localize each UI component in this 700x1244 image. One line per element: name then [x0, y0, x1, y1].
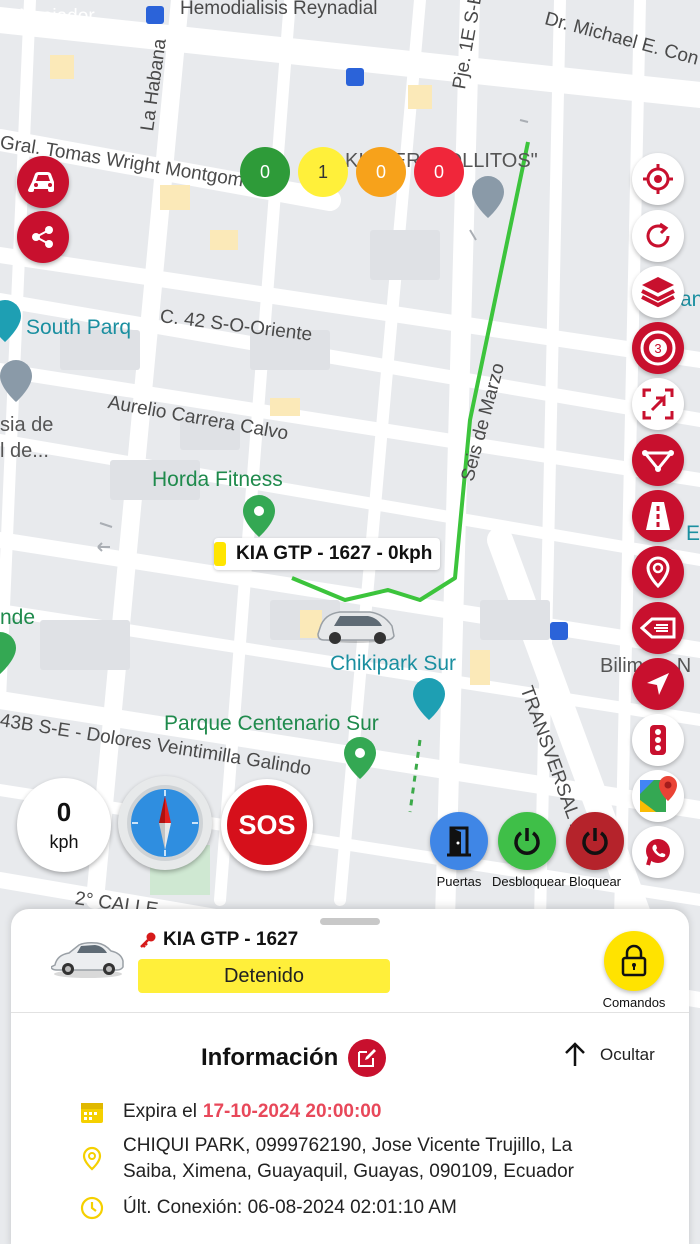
route-triangle-icon	[641, 450, 675, 472]
share-button[interactable]	[17, 211, 69, 263]
moving-count-badge[interactable]: 0	[240, 147, 290, 197]
my-location-button[interactable]	[632, 153, 684, 205]
poi-label: Chikipark Sur	[330, 652, 457, 675]
edit-button[interactable]	[348, 1039, 387, 1077]
whatsapp-button[interactable]	[632, 826, 684, 878]
poi-label: South Parq	[26, 316, 132, 339]
map-layers-button[interactable]	[632, 266, 684, 318]
places-button[interactable]	[632, 546, 684, 598]
refresh-button[interactable]	[632, 210, 684, 262]
poi-label: sia de	[0, 414, 54, 436]
route-points-button[interactable]	[632, 434, 684, 486]
lock-button[interactable]: Bloquear	[560, 812, 630, 889]
google-maps-button[interactable]	[632, 770, 684, 822]
speed-unit: kph	[49, 832, 79, 852]
count-value: 0	[433, 161, 444, 182]
clock-icon	[80, 1196, 104, 1220]
status-color-bar	[214, 542, 226, 566]
address-row: CHIQUI PARK, 0999762190, Jose Vicente Tr…	[79, 1133, 613, 1185]
status-counters: 0 1 0 0	[240, 147, 464, 197]
idle-count-badge[interactable]: 0	[356, 147, 406, 197]
location-pin-icon	[82, 1146, 102, 1171]
poi-label: Parque Centenario Sur	[164, 712, 379, 735]
street-label: Yaoiador	[20, 6, 95, 27]
divider	[11, 1012, 689, 1013]
hide-toggle[interactable]: Ocultar	[564, 1042, 655, 1068]
drag-handle[interactable]	[320, 918, 380, 925]
crosshair-icon	[643, 164, 673, 194]
key-icon	[140, 932, 156, 948]
traffic-light-icon	[650, 725, 666, 755]
commands-label: Comandos	[602, 995, 666, 1010]
direction-arrow-icon	[640, 617, 676, 639]
target-3-icon: 3	[640, 330, 676, 366]
power-icon	[582, 828, 608, 855]
vehicle-status-badge: Detenido	[138, 959, 390, 993]
expand-arrow-icon	[642, 388, 674, 420]
poi-label: l de...	[0, 440, 49, 462]
unlock-label: Desbloquear	[492, 874, 566, 889]
vehicle-map-label[interactable]: KIA GTP - 1627 - 0kph	[214, 538, 441, 570]
road-view-button[interactable]	[632, 490, 684, 542]
google-maps-icon	[640, 776, 677, 812]
vehicle-title: KIA GTP - 1627	[139, 929, 298, 951]
navigation-arrow-icon	[647, 673, 669, 695]
arrow-up-icon	[565, 1042, 585, 1066]
location-pin-icon	[646, 556, 670, 588]
status-text: Detenido	[223, 964, 305, 987]
count-value: 0	[259, 161, 270, 182]
last-connection-text: Últ. Conexión: 06-08-2024 02:01:10 AM	[123, 1197, 457, 1218]
door-icon	[447, 826, 471, 857]
street-label: Hemodialisis Reynadial	[180, 0, 378, 19]
calendar-icon	[81, 1103, 103, 1123]
vehicle-name: KIA GTP - 1627	[163, 929, 299, 950]
lock-label: Bloquear	[568, 874, 622, 889]
unlock-button[interactable]: Desbloquear	[492, 812, 566, 889]
vehicle-detail-sheet: KIA GTP - 1627 Detenido Comandos Informa…	[11, 909, 689, 1244]
refresh-icon	[646, 222, 670, 248]
geofence-button[interactable]	[632, 602, 684, 654]
poi-label: Horda Fitness	[152, 468, 283, 491]
info-title: Información	[201, 1044, 339, 1071]
expiry-label: Expira el	[123, 1101, 197, 1122]
compass-icon	[127, 785, 203, 861]
compass-button[interactable]	[118, 776, 212, 870]
navigate-button[interactable]	[632, 658, 684, 710]
padlock-icon	[621, 944, 647, 977]
fit-bounds-button[interactable]	[632, 378, 684, 430]
layers-icon	[641, 277, 675, 308]
commands-button[interactable]: Comandos	[599, 931, 669, 1010]
traffic-button[interactable]	[632, 714, 684, 766]
road-icon	[646, 502, 670, 530]
doors-button[interactable]: Puertas	[424, 812, 494, 889]
poi-label: E	[686, 522, 700, 545]
share-icon	[32, 226, 53, 248]
whatsapp-icon	[646, 839, 670, 866]
vehicle-thumbnail-icon	[51, 942, 124, 978]
car-icon	[28, 172, 54, 192]
last-connection-row: Últ. Conexión: 06-08-2024 02:01:10 AM	[79, 1195, 457, 1221]
poi-label: nde	[0, 606, 36, 629]
hide-label: Ocultar	[600, 1045, 655, 1064]
speed-value: 0	[56, 797, 72, 827]
info-header: Información	[201, 1039, 387, 1077]
edit-icon	[358, 1049, 377, 1067]
doors-label: Puertas	[436, 874, 482, 889]
count-value: 0	[375, 161, 386, 182]
sos-button[interactable]: SOS	[221, 779, 313, 871]
zoom-level-button[interactable]: 3	[632, 322, 684, 374]
address-text: CHIQUI PARK, 0999762190, Jose Vicente Tr…	[123, 1135, 575, 1182]
count-value: 1	[317, 161, 328, 182]
offline-count-badge[interactable]: 0	[414, 147, 464, 197]
speedometer: 0 kph	[17, 778, 111, 872]
power-icon	[514, 828, 540, 855]
sos-label: SOS	[238, 809, 296, 840]
vehicle-label-text: KIA GTP - 1627 - 0kph	[236, 543, 433, 564]
svg-text:3: 3	[654, 341, 661, 356]
vehicles-button[interactable]	[17, 156, 69, 208]
expiry-row: Expira el 17-10-2024 20:00:00	[79, 1099, 381, 1125]
expiry-date: 17-10-2024 20:00:00	[202, 1101, 382, 1122]
stopped-count-badge[interactable]: 1	[298, 147, 348, 197]
